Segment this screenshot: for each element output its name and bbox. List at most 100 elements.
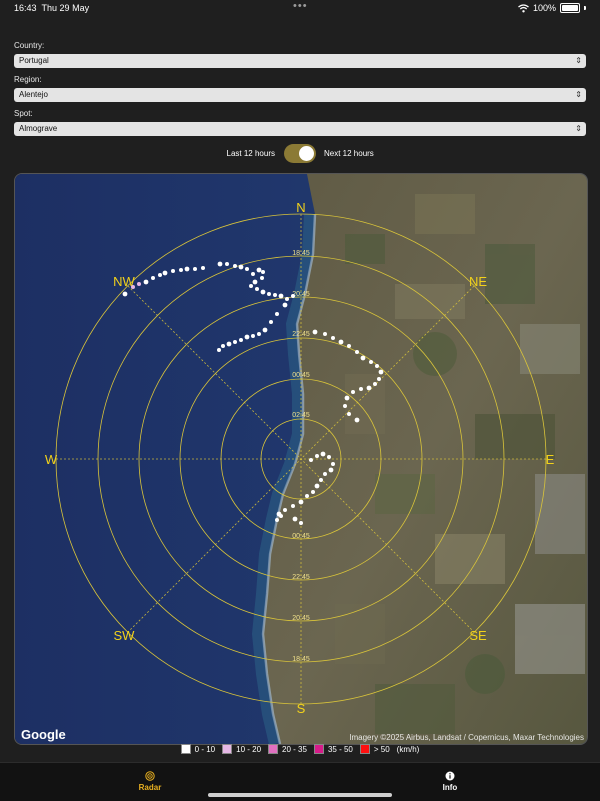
ring-label: 20:45 [292,615,310,622]
trail-dot [344,395,350,401]
ring-label: 00:45 [292,533,310,540]
legend-label: 20 - 35 [282,744,307,754]
trail-dot [256,267,262,273]
country-select[interactable]: Portugal ⇕ [14,54,586,68]
status-time: 16:43 Thu 29 May [14,3,89,13]
status-right: 100% [518,3,586,13]
legend-swatch [268,744,279,754]
trail-dot [255,287,259,291]
ring-label: 22:45 [292,331,310,338]
legend-swatch [359,744,370,754]
trail-dot [347,344,351,348]
trail-dot [323,472,327,476]
trail-dot [261,270,265,274]
last-12-hours-label[interactable]: Last 12 hours [227,149,275,158]
trail-dot [359,387,363,391]
trail-dot [260,289,266,295]
spot-select[interactable]: Almograve ⇕ [14,122,586,136]
date-text: Thu 29 May [41,3,90,13]
radar-svg[interactable]: 18:45 20:45 22:45 00:45 02:45 00:45 22:4… [15,174,587,744]
trail-dot [285,297,289,301]
trail-dot [217,261,223,267]
imagery-attribution[interactable]: Imagery ©2025 Airbus, Landsat / Copernic… [349,733,584,742]
trail-dot [260,276,264,280]
trail-dot [377,377,381,381]
trail-dot [221,344,225,348]
trail-dot [327,455,331,459]
tab-info[interactable]: Info [420,771,480,792]
tab-radar[interactable]: Radar [120,771,180,792]
trail-dot [267,292,271,296]
trail-dot [292,516,298,522]
trail-dot [226,341,232,347]
trail-dot [373,382,377,386]
trail-dot [275,518,279,522]
region-select[interactable]: Alentejo ⇕ [14,88,586,102]
compass-n: N [296,200,305,215]
trail-dot [323,332,327,336]
legend-item: 0 - 10 [180,744,216,754]
trail-dot [279,514,283,518]
chevron-updown-icon: ⇕ [575,56,582,65]
trail-dot [233,264,237,268]
trail-dot [179,268,183,272]
trail-dot [278,293,284,299]
trail-dot [312,329,318,335]
trail-dot [193,267,197,271]
ring-label: 20:45 [292,291,310,298]
battery-percent: 100% [532,3,556,13]
trail-dot [355,350,359,354]
trail-dot [257,332,261,336]
trail-dot [369,360,373,364]
trail-dot [244,334,250,340]
compass-se: SE [469,628,487,643]
ring-label: 00:45 [292,372,310,379]
trail-dot [251,334,255,338]
trail-dot [137,282,141,286]
trail-dot [315,454,319,458]
legend-swatch [222,744,233,754]
trail-dot [275,312,279,316]
compass-e: E [546,452,555,467]
trail-dot [282,302,288,308]
trail-dot [343,404,347,408]
ring-label: 18:45 [292,656,310,663]
trail-dot [354,417,360,423]
region-value: Alentejo [19,90,48,99]
trail-dot [143,279,149,285]
legend-item: > 50 [359,744,390,754]
battery-tip [584,6,586,10]
switch-knob[interactable] [299,146,314,161]
trail-dot [269,320,273,324]
ring-label: 02:45 [292,412,310,419]
trail-dot [131,285,135,289]
trail-dot [328,467,334,473]
next-12-hours-label[interactable]: Next 12 hours [324,149,374,158]
trail-dot [201,266,205,270]
trail-dot [366,385,372,391]
trail-dot [245,267,249,271]
trail-dot [251,272,255,276]
trail-dot [331,336,335,340]
trail-dot [283,508,287,512]
legend-label: > 50 [373,744,390,754]
legend-unit: (km/h) [396,744,420,754]
trail-dot [233,340,237,344]
home-indicator[interactable] [208,793,392,797]
battery-icon [560,3,580,13]
compass-w: W [45,452,58,467]
wifi-icon [518,3,529,12]
compass-ne: NE [469,274,487,289]
multitasking-dots-icon[interactable]: ••• [293,0,308,12]
trail-dot [311,490,315,494]
trail-dot [262,327,268,333]
tab-label: Radar [138,783,162,792]
trail-dot [360,355,366,361]
radar-map[interactable]: 18:45 20:45 22:45 00:45 02:45 00:45 22:4… [14,173,588,745]
trail-dot [375,364,379,368]
time-range-switch[interactable] [284,144,316,163]
chevron-updown-icon: ⇕ [575,124,582,133]
trail-dot [338,339,344,345]
trail-dot [184,266,190,272]
legend-label: 0 - 10 [194,744,216,754]
